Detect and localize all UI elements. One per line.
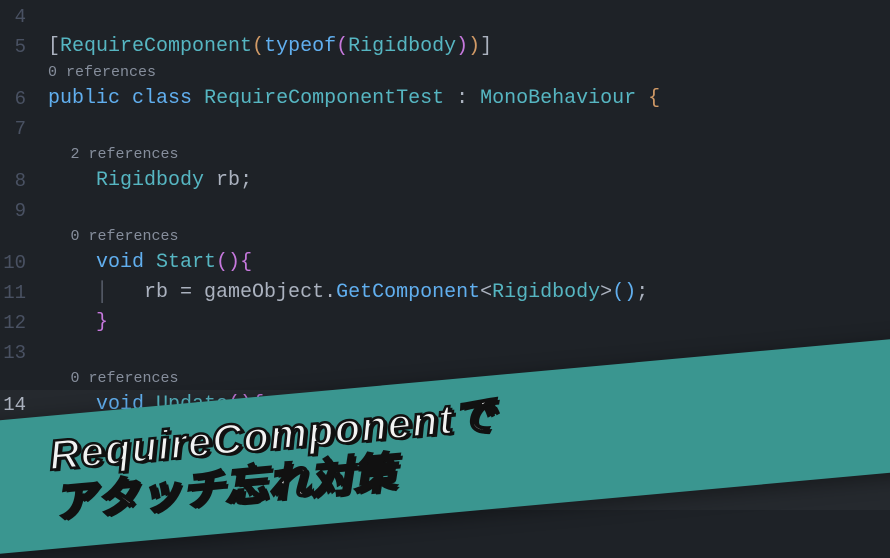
line-number: 12 bbox=[0, 308, 26, 338]
line-number: 5 bbox=[0, 32, 26, 62]
code-line bbox=[48, 114, 890, 144]
code-line: [RequireComponent(typeof(Rigidbody))] bbox=[48, 32, 890, 62]
code-line: void Start(){ bbox=[48, 248, 890, 278]
line-number: 8 bbox=[0, 166, 26, 196]
code-line bbox=[48, 196, 890, 226]
line-number-spacer bbox=[0, 226, 26, 248]
line-number: 7 bbox=[0, 114, 26, 144]
code-line: public class RequireComponentTest : Mono… bbox=[48, 84, 890, 114]
code-line: Rigidbody rb; bbox=[48, 166, 890, 196]
line-number: 6 bbox=[0, 84, 26, 114]
line-number-spacer bbox=[0, 62, 26, 84]
line-number: 10 bbox=[0, 248, 26, 278]
code-line bbox=[48, 2, 890, 32]
code-line: } bbox=[48, 308, 890, 338]
codelens-references[interactable]: 2 references bbox=[48, 144, 890, 166]
code-line: │ rb = gameObject.GetComponent<Rigidbody… bbox=[48, 278, 890, 308]
line-number-spacer bbox=[0, 368, 26, 390]
line-number: 4 bbox=[0, 2, 26, 32]
line-number: 11 bbox=[0, 278, 26, 308]
line-number: 13 bbox=[0, 338, 26, 368]
codelens-references[interactable]: 0 references bbox=[48, 226, 890, 248]
line-number-spacer bbox=[0, 144, 26, 166]
line-number: 9 bbox=[0, 196, 26, 226]
codelens-references[interactable]: 0 references bbox=[48, 62, 890, 84]
